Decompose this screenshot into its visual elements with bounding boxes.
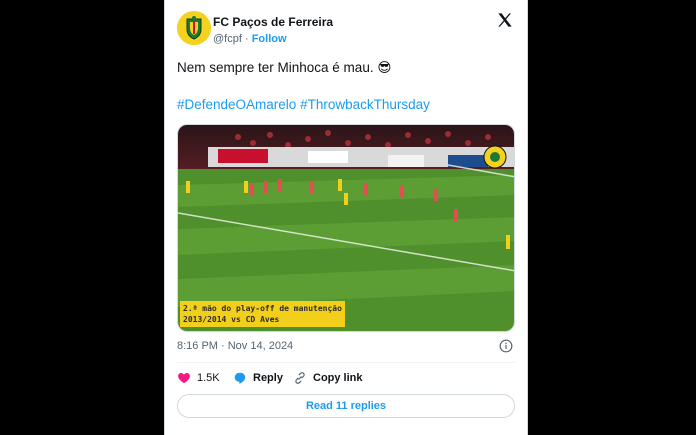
- tweet-card: FC Paços de Ferreira @fcpf · Follow Nem …: [164, 0, 528, 435]
- like-button[interactable]: 1.5K: [177, 371, 220, 385]
- reply-button[interactable]: Reply: [233, 371, 283, 385]
- hashtags[interactable]: #DefendeOAmarelo #ThrowbackThursday: [177, 97, 430, 112]
- copy-link-label: Copy link: [313, 372, 363, 384]
- like-count: 1.5K: [197, 372, 220, 384]
- link-icon: [295, 372, 305, 384]
- tweet-text: Nem sempre ter Minhoca é mau. 😎: [177, 60, 392, 75]
- follow-link[interactable]: Follow: [252, 33, 287, 45]
- copy-link-button[interactable]: Copy link: [293, 371, 363, 385]
- account-handle[interactable]: @fcpf: [213, 33, 242, 45]
- reply-icon: [234, 372, 246, 384]
- reply-label: Reply: [253, 372, 283, 384]
- x-logo-icon[interactable]: [497, 12, 513, 28]
- video-caption: 2.ª mão do play-off de manutenção 2013/2…: [180, 301, 345, 327]
- divider: [177, 362, 515, 363]
- info-icon[interactable]: [499, 339, 513, 353]
- read-replies-button[interactable]: Read 11 replies: [177, 394, 515, 418]
- heart-icon: [178, 373, 190, 384]
- club-crest-icon: [177, 11, 211, 45]
- avatar[interactable]: [177, 11, 211, 45]
- caption-line-2: 2013/2014 vs CD Aves: [183, 315, 280, 324]
- video-thumbnail[interactable]: 2.ª mão do play-off de manutenção 2013/2…: [177, 124, 515, 332]
- account-name[interactable]: FC Paços de Ferreira: [213, 15, 333, 29]
- handle-row: @fcpf · Follow: [213, 33, 287, 45]
- timestamp[interactable]: 8:16 PM · Nov 14, 2024: [177, 340, 293, 352]
- separator: ·: [244, 33, 249, 45]
- caption-line-1: 2.ª mão do play-off de manutenção: [183, 304, 342, 313]
